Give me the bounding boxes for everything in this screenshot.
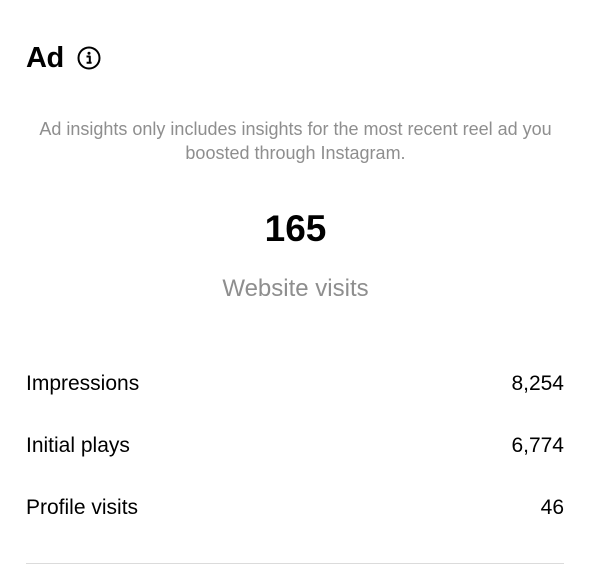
- website-visits-label: Website visits: [222, 275, 369, 302]
- stat-value: 46: [540, 496, 564, 519]
- stat-row-initial-plays: Initial plays 6,774: [26, 429, 564, 491]
- stat-value: 6,774: [511, 434, 564, 457]
- stat-label: Profile visits: [26, 496, 139, 519]
- stat-label: Impressions: [26, 372, 140, 395]
- info-circle-icon[interactable]: [77, 46, 101, 70]
- stat-row-impressions: Impressions 8,254: [26, 367, 564, 429]
- ad-insights-description: Ad insights only includes insights for t…: [39, 119, 552, 163]
- ad-section-header: Ad: [26, 38, 101, 78]
- website-visits-value: 165: [264, 208, 327, 249]
- stat-label: Initial plays: [26, 434, 130, 457]
- section-divider: [26, 563, 564, 564]
- stat-value: 8,254: [511, 372, 564, 395]
- section-title: Ad: [26, 42, 64, 74]
- ad-stats-list: Impressions 8,254 Initial plays 6,774 Pr…: [26, 367, 564, 553]
- stat-row-profile-visits: Profile visits 46: [26, 491, 564, 553]
